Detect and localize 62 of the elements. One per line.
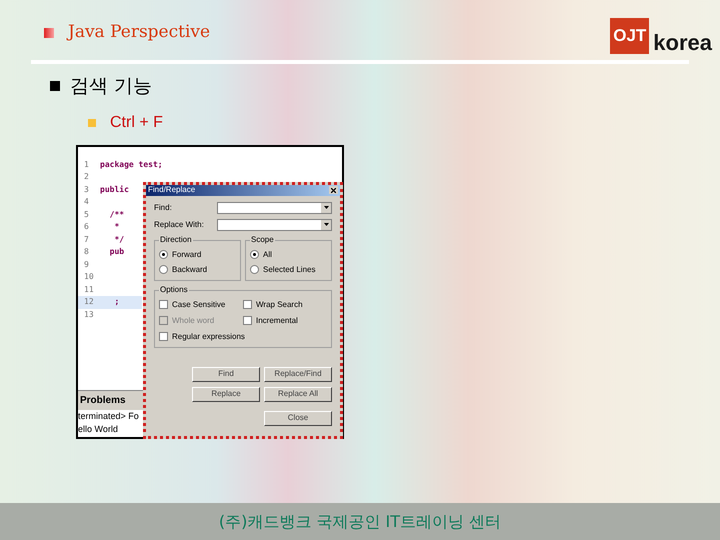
footer-text: (주)캐드뱅크 국제공인 IT트레이닝 센터 xyxy=(218,510,502,532)
section-heading: 검색 기능 xyxy=(70,74,152,99)
line-number: 8 xyxy=(84,246,90,258)
close-icon[interactable] xyxy=(329,186,338,194)
console-tab[interactable]: Problems xyxy=(80,394,126,406)
bullet-text: Ctrl + F xyxy=(110,112,163,132)
line-number: 11 xyxy=(84,284,94,296)
field-label: Find: xyxy=(154,202,172,214)
line-number: 10 xyxy=(84,271,94,284)
code-line: /** xyxy=(108,208,124,221)
field-label: Replace With: xyxy=(154,218,204,230)
code-line: package test; xyxy=(100,158,163,171)
radio-label: Forward xyxy=(172,248,202,260)
line-number: 13 xyxy=(84,308,94,321)
line-number: 5 xyxy=(84,208,90,221)
console-line: terminated> Fo xyxy=(78,410,139,422)
code-line: public xyxy=(100,184,129,196)
dialog-button[interactable]: Replace/Find xyxy=(264,366,332,382)
checkbox[interactable] xyxy=(243,300,252,309)
line-number: 1 xyxy=(84,158,90,171)
group-title: Scope xyxy=(250,234,275,246)
checkbox[interactable] xyxy=(243,316,252,325)
title-marker-icon xyxy=(44,28,54,38)
checkbox[interactable] xyxy=(159,332,168,341)
radio-button[interactable] xyxy=(159,250,168,259)
radio-label: Selected Lines xyxy=(263,264,316,276)
radio-button[interactable] xyxy=(250,250,259,259)
console-line: ello World xyxy=(78,423,118,436)
code-line: pub xyxy=(108,246,124,258)
slide-title: Java Perspective xyxy=(68,21,210,44)
code-line: * xyxy=(113,221,120,234)
checkbox[interactable] xyxy=(159,300,168,309)
line-number: 2 xyxy=(84,171,90,184)
code-line: ; xyxy=(113,296,120,308)
checkbox-label: Case Sensitive xyxy=(172,298,226,310)
checkbox-label: Regular expressions xyxy=(172,330,245,342)
group-title: Options xyxy=(159,284,189,296)
dialog-button[interactable]: Find xyxy=(192,366,260,382)
line-number: 6 xyxy=(84,221,90,234)
radio-button[interactable] xyxy=(250,265,259,274)
line-number: 12 xyxy=(84,296,94,308)
bullet-square-icon xyxy=(50,81,60,92)
dialog-button[interactable]: Replace All xyxy=(264,386,332,402)
checkbox-label: Whole word xyxy=(172,314,214,326)
checkbox-label: Incremental xyxy=(256,314,298,326)
combo-field[interactable] xyxy=(217,218,332,230)
code-line: */ xyxy=(113,234,124,246)
company-logo: OJT korea xyxy=(610,8,712,54)
dialog-button[interactable]: Close xyxy=(264,410,332,426)
radio-button[interactable] xyxy=(159,265,168,274)
group-title: Direction xyxy=(159,234,193,246)
bullet-square-icon xyxy=(88,118,96,126)
line-number: 7 xyxy=(84,234,90,246)
line-number: 4 xyxy=(84,196,90,208)
combo-field[interactable] xyxy=(217,202,332,214)
dialog-button[interactable]: Replace xyxy=(192,386,260,402)
line-number: 9 xyxy=(84,258,90,271)
checkbox-label: Wrap Search xyxy=(256,298,303,310)
line-number: 3 xyxy=(84,184,90,196)
radio-label: All xyxy=(263,248,272,260)
dialog-title: Find/Replace xyxy=(148,184,196,196)
radio-label: Backward xyxy=(172,264,208,276)
